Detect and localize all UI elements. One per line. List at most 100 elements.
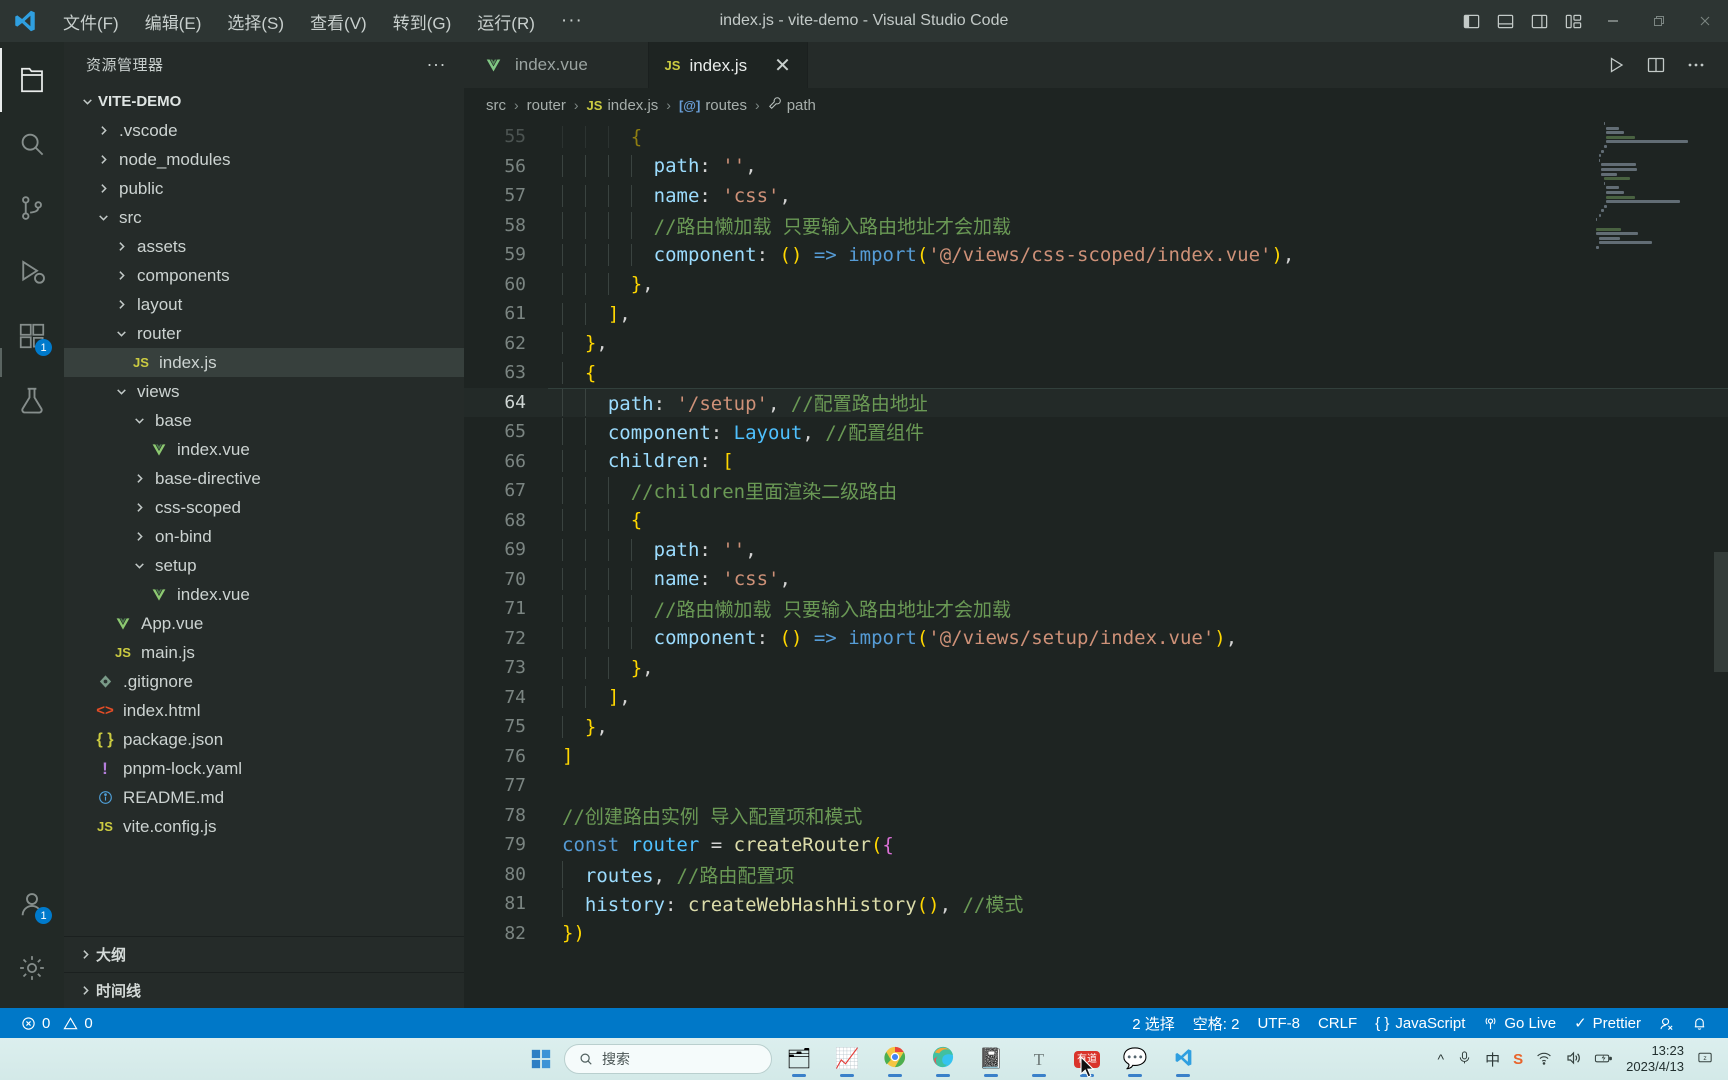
menu-goto[interactable]: 转到(G) [380, 5, 465, 38]
code-editor[interactable]: 55 {56 path: '', 57 name: 'css', 58 //路由懒加… [464, 122, 1728, 1008]
taskbar-youdao-icon[interactable]: 有道 [1066, 1040, 1108, 1078]
line-text[interactable]: //children里面渲染二级路由 [548, 477, 897, 505]
line-text[interactable]: ], [548, 686, 631, 709]
tab-close-icon[interactable]: ✕ [774, 56, 791, 76]
breadcrumb-router[interactable]: router [527, 97, 566, 114]
taskbar-notepad-icon[interactable]: 📓 [970, 1040, 1012, 1078]
chevron-down-icon[interactable] [128, 414, 150, 427]
tree-file-package.json[interactable]: { } package.json [64, 725, 464, 754]
sidebar-section-outline[interactable]: 大纲 [64, 936, 464, 972]
tab-close-icon[interactable]: ✕ [615, 55, 632, 75]
activity-extensions-icon[interactable]: 1 [0, 304, 64, 368]
activity-source-control-icon[interactable] [0, 176, 64, 240]
workspace-root-row[interactable]: VITE-DEMO [64, 86, 464, 116]
menu-more-icon[interactable]: ··· [548, 8, 596, 34]
line-text[interactable]: path: '', [548, 538, 757, 561]
code-line-80[interactable]: 80 routes, //路由配置项 [464, 860, 1728, 890]
activity-run-debug-icon[interactable] [0, 240, 64, 304]
window-minimize-icon[interactable] [1590, 0, 1636, 42]
line-text[interactable]: }, [548, 332, 608, 355]
code-line-59[interactable]: 59 component: () => import('@/views/css-… [464, 240, 1728, 270]
code-viewport[interactable]: 55 {56 path: '', 57 name: 'css', 58 //路由懒加… [464, 122, 1728, 1008]
status-language-mode[interactable]: { } JavaScript [1366, 1008, 1474, 1038]
activity-accounts-icon[interactable]: 1 [0, 872, 64, 936]
tree-folder-layout[interactable]: layout [64, 290, 464, 319]
taskbar-charts-icon[interactable]: 📈 [826, 1040, 868, 1078]
chevron-down-icon[interactable] [128, 559, 150, 572]
status-go-live[interactable]: Go Live [1474, 1008, 1565, 1038]
code-line-69[interactable]: 69 path: '', [464, 535, 1728, 565]
menu-run[interactable]: 运行(R) [464, 5, 548, 38]
line-text[interactable]: children: [ [548, 450, 734, 473]
code-line-60[interactable]: 60 }, [464, 270, 1728, 300]
line-text[interactable]: }, [548, 656, 654, 679]
code-line-58[interactable]: 58 //路由懒加载 只要输入路由地址才会加载 [464, 211, 1728, 241]
taskbar-typora-icon[interactable]: T [1018, 1040, 1060, 1078]
tree-folder-assets[interactable]: assets [64, 232, 464, 261]
line-text[interactable]: history: createWebHashHistory(), //模式 [548, 890, 1023, 918]
start-button-icon[interactable] [524, 1042, 558, 1076]
chevron-down-icon[interactable] [92, 211, 114, 224]
tree-file-index.html[interactable]: <> index.html [64, 696, 464, 725]
line-text[interactable]: path: '', [548, 155, 757, 178]
status-remote-feedback[interactable] [1650, 1008, 1683, 1038]
code-line-64[interactable]: 64 path: '/setup', //配置路由地址 [464, 387, 1728, 417]
menu-select[interactable]: 选择(S) [214, 5, 297, 38]
status-notifications[interactable] [1683, 1008, 1716, 1038]
tree-folder-base[interactable]: base [64, 406, 464, 435]
chevron-right-icon[interactable] [92, 124, 114, 137]
breadcrumb-src[interactable]: src [486, 97, 506, 114]
editor-more-actions-icon[interactable] [1678, 47, 1714, 83]
tree-folder-components[interactable]: components [64, 261, 464, 290]
code-line-67[interactable]: 67 //children里面渲染二级路由 [464, 476, 1728, 506]
taskbar-google-chrome-icon[interactable] [874, 1040, 916, 1078]
chevron-right-icon[interactable] [128, 530, 150, 543]
window-restore-icon[interactable] [1636, 0, 1682, 42]
tree-file-pnpm-lock.yaml[interactable]: ! pnpm-lock.yaml [64, 754, 464, 783]
tab-index-vue[interactable]: index.vue ✕ [464, 42, 649, 88]
line-text[interactable]: routes, //路由配置项 [548, 860, 794, 888]
code-line-79[interactable]: 79 const router = createRouter({ [464, 830, 1728, 860]
explorer-more-icon[interactable]: ··· [419, 54, 454, 75]
code-line-82[interactable]: 82}) [464, 919, 1728, 949]
line-text[interactable]: component: () => import('@/views/setup/i… [548, 627, 1237, 650]
tree-folder-src[interactable]: src [64, 203, 464, 232]
taskbar-microsoft-edge-icon[interactable] [922, 1040, 964, 1078]
code-line-71[interactable]: 71 //路由懒加载 只要输入路由地址才会加载 [464, 594, 1728, 624]
tree-folder-css-scoped[interactable]: css-scoped [64, 493, 464, 522]
tree-folder-node_modules[interactable]: node_modules [64, 145, 464, 174]
code-line-68[interactable]: 68 { [464, 506, 1728, 536]
code-line-72[interactable]: 72 component: () => import('@/views/setu… [464, 624, 1728, 654]
code-line-81[interactable]: 81 history: createWebHashHistory(), //模式 [464, 889, 1728, 919]
activity-manage-settings-icon[interactable] [0, 936, 64, 1000]
code-line-73[interactable]: 73 }, [464, 653, 1728, 683]
tree-file-.gitignore[interactable]: .gitignore [64, 667, 464, 696]
menu-bar[interactable]: 文件(F) 编辑(E) 选择(S) 查看(V) 转到(G) 运行(R) ··· [50, 5, 596, 38]
line-text[interactable]: }, [548, 273, 654, 296]
code-line-76[interactable]: 76] [464, 742, 1728, 772]
chevron-right-icon[interactable] [110, 240, 132, 253]
line-text[interactable]: }, [548, 715, 608, 738]
toggle-primary-sidebar-icon[interactable] [1454, 0, 1488, 42]
taskbar-file-explorer-icon[interactable]: 🗂 [778, 1040, 820, 1078]
taskbar-search-box[interactable]: 搜索 [564, 1044, 772, 1074]
tree-file-App.vue[interactable]: App.vue [64, 609, 464, 638]
line-text[interactable]: name: 'css', [548, 568, 791, 591]
code-line-57[interactable]: 57 name: 'css', [464, 181, 1728, 211]
chevron-right-icon[interactable] [128, 472, 150, 485]
line-text[interactable]: component: () => import('@/views/css-sco… [548, 243, 1294, 266]
code-content[interactable]: 55 {56 path: '', 57 name: 'css', 58 //路由懒加… [464, 122, 1728, 948]
code-line-55[interactable]: 55 { [464, 122, 1728, 152]
code-line-78[interactable]: 78 //创建路由实例 导入配置项和模式 [464, 801, 1728, 831]
breadcrumb-routes[interactable]: [@] routes [679, 97, 747, 114]
taskbar-vscode-icon[interactable] [1162, 1040, 1204, 1078]
window-close-icon[interactable] [1682, 0, 1728, 42]
code-line-65[interactable]: 65 component: Layout, //配置组件 [464, 417, 1728, 447]
status-indentation[interactable]: 空格: 2 [1184, 1008, 1249, 1038]
line-text[interactable]: component: Layout, //配置组件 [548, 418, 924, 446]
chevron-right-icon[interactable] [128, 501, 150, 514]
line-text[interactable]: ], [548, 302, 631, 325]
line-text[interactable]: ] [548, 745, 573, 767]
line-text[interactable]: //路由懒加载 只要输入路由地址才会加载 [548, 211, 1011, 239]
code-line-62[interactable]: 62 }, [464, 329, 1728, 359]
